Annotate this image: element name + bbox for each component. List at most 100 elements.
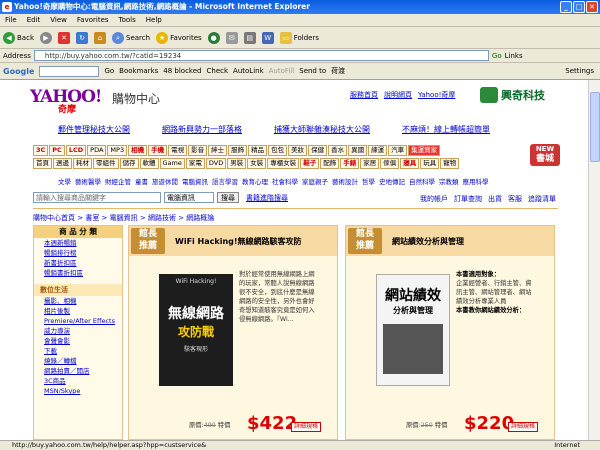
sidebar-item[interactable]: 相片後製	[34, 306, 122, 316]
promo-link[interactable]: 捕獲大師聯雜湊秘技大公開	[274, 124, 370, 135]
book-title[interactable]: WiFi Hacking!無線網路駭客攻防	[175, 236, 302, 247]
tab-category[interactable]: 汽車	[388, 145, 408, 156]
mail-button[interactable]: ✉	[225, 31, 238, 44]
subcategory-link[interactable]: 財經企管	[105, 176, 131, 186]
product-search-input[interactable]: 請輸入搜尋商品關鍵字	[33, 192, 161, 203]
subcategory-link[interactable]: 家庭親子	[302, 176, 328, 186]
subcategory-link[interactable]: 旅遊休閒	[152, 176, 178, 186]
detail-button[interactable]: 詳細規格	[291, 422, 322, 432]
tab-category[interactable]: 配飾	[320, 158, 340, 169]
tab-category[interactable]: 美妝	[288, 145, 308, 156]
promo-link[interactable]: 不麻煩！線上轉帳超簡單	[402, 124, 490, 135]
tab-category[interactable]: 週邊	[53, 158, 72, 169]
menu-edit[interactable]: Edit	[27, 14, 41, 26]
toplink-service[interactable]: 服務首頁	[350, 90, 378, 100]
tab-category[interactable]: 玩具	[420, 158, 440, 169]
tab-category[interactable]: 相機	[128, 145, 148, 156]
new-bookstore-badge[interactable]: NEW 書城	[530, 144, 560, 166]
promo-link[interactable]: 郵件管理秘技大公開	[58, 124, 130, 135]
autofill-button[interactable]: AutoFill	[269, 67, 295, 75]
tab-category[interactable]: 電視	[168, 145, 188, 156]
menu-tools[interactable]: Tools	[119, 14, 136, 26]
scrollbar-thumb[interactable]	[590, 92, 600, 162]
subcategory-link[interactable]: 應用科學	[463, 176, 489, 186]
tab-category[interactable]: 專櫃女裝	[267, 158, 300, 169]
promo-link[interactable]: 網路新興勢力一部落格	[162, 124, 242, 135]
search-category-select[interactable]: 電腦資訊	[164, 192, 214, 203]
home-button[interactable]: ⌂	[94, 31, 106, 44]
tab-category[interactable]: 服飾	[228, 145, 248, 156]
tab-category[interactable]: 3C	[33, 145, 49, 156]
menu-view[interactable]: View	[50, 14, 67, 26]
tab-category[interactable]: 傢俱	[380, 158, 400, 169]
address-input[interactable]: http://buy.yahoo.com.tw/?catid=19234	[33, 50, 489, 61]
tab-category[interactable]: 精品	[248, 145, 268, 156]
sidebar-item[interactable]: MSN/Skype	[34, 386, 122, 396]
order-query-link[interactable]: 訂單查詢	[454, 194, 482, 204]
subcategory-link[interactable]: 史地傳記	[379, 176, 405, 186]
tab-category[interactable]: 家居	[360, 158, 380, 169]
forward-button[interactable]: ▶	[40, 31, 52, 44]
sidebar-item[interactable]: 本週新暢銷	[34, 238, 122, 248]
sidebar-item[interactable]: Premiere/After Effects	[34, 316, 122, 326]
subcategory-link[interactable]: 童書	[135, 176, 148, 186]
google-go-button[interactable]: Go	[104, 67, 114, 75]
subcategory-link[interactable]: 藝術設計	[332, 176, 358, 186]
sidebar-item[interactable]: 會聲會影	[34, 336, 122, 346]
tab-category[interactable]: PC	[49, 145, 65, 156]
subcategory-link[interactable]: 自然科學	[409, 176, 435, 186]
go-button[interactable]: Go	[492, 52, 502, 60]
subcategory-link[interactable]: 文學	[58, 176, 71, 186]
tab-category[interactable]: 零組件	[93, 158, 119, 169]
settings-button[interactable]: Settings	[565, 67, 594, 75]
tab-category[interactable]: 手機	[148, 145, 168, 156]
sidebar-item[interactable]: 3C商品	[34, 376, 122, 386]
sidebar-item[interactable]: 暢銷書折扣區	[34, 268, 122, 278]
tab-category[interactable]: 集運賞家	[408, 145, 441, 156]
book-title[interactable]: 網站績效分析與管理	[392, 236, 464, 247]
close-button[interactable]: ✕	[586, 1, 598, 13]
sidebar-item[interactable]: 攝影、相機	[34, 296, 122, 306]
sidebar-item[interactable]: 燒錄／轉檔	[34, 356, 122, 366]
watchlist-link[interactable]: 追蹤清單	[528, 194, 556, 204]
refresh-button[interactable]: ↻	[76, 31, 88, 44]
subcategory-link[interactable]: 電腦資訊	[182, 176, 208, 186]
toplink-yahoo[interactable]: Yahoo!奇摩	[418, 90, 455, 100]
minimize-button[interactable]: _	[560, 1, 572, 13]
search-submit-button[interactable]: 搜尋	[217, 192, 239, 203]
tab-category[interactable]: 香水	[328, 145, 348, 156]
tab-category[interactable]: 首頁	[33, 158, 52, 169]
tab-category[interactable]: 異國	[348, 145, 368, 156]
tab-category[interactable]: 紳士	[208, 145, 228, 156]
menu-help[interactable]: Help	[146, 14, 162, 26]
autolink-button[interactable]: AutoLink	[233, 67, 264, 75]
tab-category[interactable]: 包包	[268, 145, 288, 156]
subcategory-link[interactable]: 教育心理	[242, 176, 268, 186]
sidebar-item[interactable]: 下載	[34, 346, 122, 356]
tab-category[interactable]: 保健	[308, 145, 328, 156]
shipping-link[interactable]: 出貨	[488, 194, 502, 204]
check-button[interactable]: Check	[207, 67, 229, 75]
edit-button[interactable]: W	[261, 31, 274, 44]
tab-category[interactable]: 影音	[188, 145, 208, 156]
tab-category[interactable]: 鞋子	[300, 158, 320, 169]
back-button[interactable]: ◀ Back	[3, 31, 34, 44]
tab-category[interactable]: LCD	[65, 145, 87, 156]
breadcrumb[interactable]: 購物中心首頁 > 書室 > 電腦資訊 > 網路技術 > 網路概論	[33, 213, 214, 223]
customer-service-link[interactable]: 客服	[508, 194, 522, 204]
google-search-input[interactable]	[39, 65, 100, 77]
toplink-help[interactable]: 說明網頁	[384, 90, 412, 100]
bookmarks-button[interactable]: Bookmarks	[119, 67, 158, 75]
tab-category[interactable]: 耗材	[73, 158, 92, 169]
subcategory-link[interactable]: 社會科學	[272, 176, 298, 186]
sidebar-item[interactable]: 暢銷排行榜	[34, 248, 122, 258]
menu-file[interactable]: File	[5, 14, 17, 26]
tab-category[interactable]: MP3	[107, 145, 128, 156]
search-button[interactable]: ⌕ Search	[112, 31, 150, 44]
tab-category[interactable]: 家電	[185, 158, 205, 169]
tab-category[interactable]: DVD	[205, 158, 227, 169]
links-label[interactable]: Links	[505, 52, 523, 60]
popup-blocked-button[interactable]: 48 blocked	[163, 67, 201, 75]
menu-favorites[interactable]: Favorites	[77, 14, 109, 26]
tab-category[interactable]: 男裝	[227, 158, 247, 169]
